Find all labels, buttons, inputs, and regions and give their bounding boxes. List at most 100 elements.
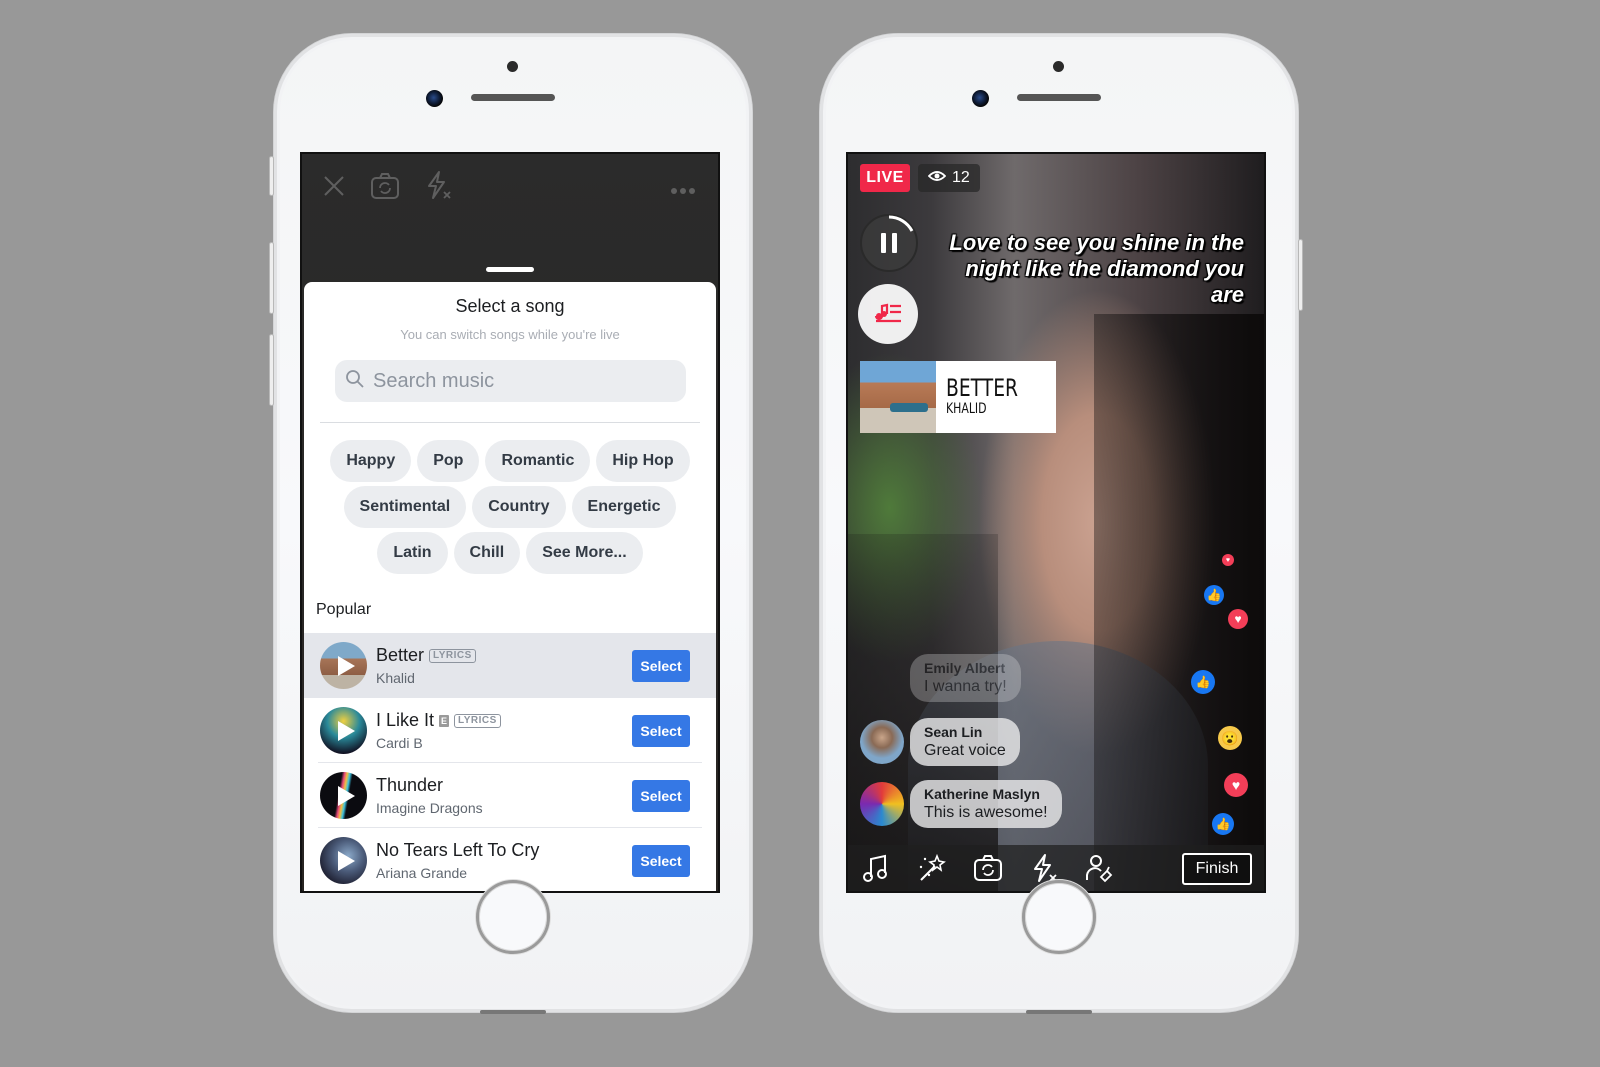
genre-chip-energetic[interactable]: Energetic (571, 486, 677, 528)
music-menu-button[interactable] (858, 284, 918, 344)
play-icon[interactable] (337, 850, 355, 871)
comment-message: This is awesome! (924, 804, 1048, 821)
volume-down-button (269, 334, 274, 406)
select-button[interactable]: Select (632, 649, 690, 682)
select-button[interactable]: Select (632, 779, 690, 812)
play-icon[interactable] (337, 785, 355, 806)
genre-chip-sentimental[interactable]: Sentimental (343, 486, 467, 528)
phone-right: LIVE 12 Love to see you shine in the nig… (820, 34, 1303, 1014)
camera-flip-icon[interactable] (970, 850, 1006, 886)
love-reaction-icon: ♥ (1224, 773, 1248, 797)
genre-row: Latin Chill See More... (324, 532, 696, 574)
lyrics-badge: LYRICS (454, 713, 501, 728)
sheet-drag-handle[interactable] (486, 267, 534, 272)
proximity-sensor (1053, 61, 1064, 72)
search-icon (345, 369, 365, 394)
comment-author: Katherine Maslyn (924, 786, 1040, 802)
lyrics-overlay: Love to see you shine in the night like … (949, 230, 1244, 307)
video-subject (1094, 314, 1264, 891)
like-reaction-icon: 👍 (1191, 670, 1215, 694)
earpiece-speaker (1017, 94, 1101, 101)
lightning-port (1026, 1010, 1092, 1014)
song-title: I Like It (376, 710, 435, 730)
select-button[interactable]: Select (632, 714, 690, 747)
comment-message: Great voice (924, 742, 1006, 759)
avatar (860, 656, 904, 700)
comment: Katherine Maslyn This is awesome! (860, 780, 1062, 828)
genre-chips: Happy Pop Romantic Hip Hop Sentimental C… (324, 440, 696, 578)
genre-row: Sentimental Country Energetic (324, 486, 696, 528)
finish-button[interactable]: Finish (1182, 853, 1252, 885)
avatar[interactable] (860, 720, 904, 764)
genre-chip-country[interactable]: Country (472, 486, 566, 528)
music-list-icon (873, 300, 903, 329)
proximity-sensor (507, 61, 518, 72)
music-icon[interactable] (858, 850, 894, 886)
song-artist: Imagine Dragons (376, 800, 483, 816)
more-icon[interactable] (670, 182, 696, 200)
volume-up-button (269, 242, 274, 314)
album-art (320, 642, 367, 689)
lightning-port (480, 1010, 546, 1014)
sheet-title: Select a song (455, 296, 565, 316)
comment-author: Sean Lin (924, 724, 983, 740)
invite-guest-icon[interactable] (1082, 850, 1118, 886)
comment-message: I wanna try! (924, 678, 1007, 695)
avatar[interactable] (860, 782, 904, 826)
now-playing-artist: KHALID (946, 401, 987, 417)
lyrics-badge: LYRICS (429, 648, 476, 663)
genre-row: Happy Pop Romantic Hip Hop (324, 440, 696, 482)
earpiece-speaker (471, 94, 555, 101)
love-reaction-icon: ♥ (1228, 609, 1248, 629)
divider (320, 422, 700, 423)
song-title: Thunder (376, 775, 444, 795)
camera-flip-icon[interactable] (370, 172, 400, 205)
magic-wand-icon[interactable] (914, 850, 950, 886)
song-artist: Khalid (376, 670, 415, 686)
front-camera (426, 90, 443, 107)
genre-chip-romantic[interactable]: Romantic (485, 440, 591, 482)
song-artist: Ariana Grande (376, 865, 468, 881)
viewer-count-badge: 12 (918, 164, 980, 192)
genre-chip-pop[interactable]: Pop (417, 440, 480, 482)
song-title: No Tears Left To Cry (376, 840, 540, 860)
viewer-count: 12 (952, 169, 970, 186)
home-button (476, 880, 550, 954)
search-input[interactable] (373, 369, 673, 393)
mute-switch (269, 156, 274, 196)
power-button (1298, 239, 1303, 311)
home-button (1022, 880, 1096, 954)
comment: Sean Lin Great voice (860, 718, 1020, 766)
front-camera (972, 90, 989, 107)
select-button[interactable]: Select (632, 844, 690, 877)
eye-icon (927, 169, 947, 187)
explicit-badge: E (439, 714, 450, 727)
song-list: Better LYRICS Khalid Select I Like It E … (304, 633, 716, 891)
genre-chip-chill[interactable]: Chill (453, 532, 521, 574)
wow-reaction-icon: 😮 (1218, 726, 1242, 750)
genre-chip-happy[interactable]: Happy (330, 440, 412, 482)
play-icon[interactable] (337, 655, 355, 676)
genre-chip-latin[interactable]: Latin (377, 532, 448, 574)
album-art (320, 772, 367, 819)
video-subject (848, 534, 998, 891)
now-playing-title: BETTER (946, 374, 1019, 402)
song-row[interactable]: Better LYRICS Khalid Select (304, 633, 716, 698)
pause-music-button[interactable] (860, 214, 918, 272)
live-badge: LIVE (860, 164, 910, 192)
play-icon[interactable] (337, 720, 355, 741)
close-icon[interactable] (322, 174, 346, 203)
sheet-subtitle: You can switch songs while you're live (400, 327, 620, 342)
song-row[interactable]: Thunder Imagine Dragons Select (304, 763, 716, 828)
phone-left: Select a song You can switch songs while… (269, 34, 752, 1014)
like-reaction-icon: 👍 (1212, 813, 1234, 835)
genre-chip-hip-hop[interactable]: Hip Hop (596, 440, 690, 482)
now-playing-card[interactable]: BETTER KHALID (860, 361, 1056, 433)
search-bar[interactable] (335, 360, 686, 402)
comment: Emily Albert I wanna try! (860, 654, 1021, 702)
playback-progress-ring (888, 215, 914, 232)
song-row[interactable]: I Like It E LYRICS Cardi B Select (304, 698, 716, 763)
flash-off-icon[interactable] (424, 170, 452, 205)
comment-author: Emily Albert (924, 660, 1006, 676)
see-more-chip[interactable]: See More... (526, 532, 643, 574)
